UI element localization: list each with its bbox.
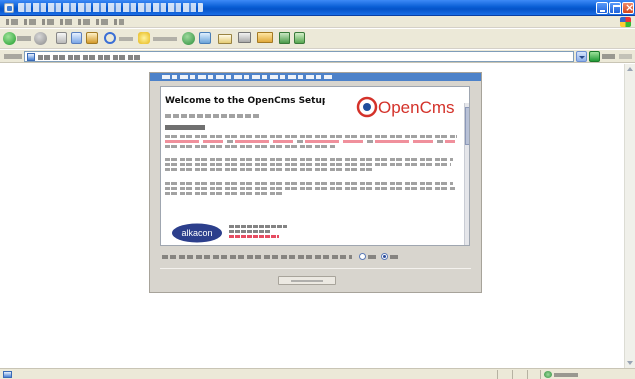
opencms-logo: OpenCms (356, 96, 455, 118)
content-scroll-thumb[interactable] (465, 107, 469, 145)
paragraph-line (165, 163, 451, 166)
paragraph-line (165, 187, 455, 190)
setup-header (150, 73, 481, 81)
status-separator (540, 370, 541, 379)
setup-subtitle (165, 114, 261, 118)
menu-items[interactable] (6, 19, 124, 25)
paragraph-line (165, 135, 457, 138)
page-viewport: Welcome to the OpenCms Setup OpenCms alk… (0, 64, 624, 368)
status-separator (527, 370, 528, 379)
go-label[interactable] (602, 54, 615, 59)
search-label[interactable] (119, 37, 133, 41)
paragraph-line (165, 168, 375, 171)
scroll-up-arrow-icon[interactable] (627, 67, 633, 71)
maximize-button[interactable] (609, 2, 621, 14)
page-icon (27, 53, 35, 61)
alkacon-logo-text: alkacon (181, 228, 212, 238)
stop-icon[interactable] (56, 32, 67, 44)
window-titlebar (0, 0, 635, 16)
favorites-star-icon[interactable] (138, 32, 150, 44)
welcome-heading: Welcome to the OpenCms Setup (165, 96, 325, 106)
address-dropdown-button[interactable] (576, 51, 587, 62)
paragraph-line (165, 192, 285, 195)
search-icon[interactable] (104, 32, 116, 44)
page-status-icon (3, 371, 12, 378)
company-link-line[interactable] (229, 235, 279, 238)
discuss-icon[interactable] (279, 32, 290, 44)
accept-yes-radio[interactable] (359, 253, 366, 260)
edit-icon[interactable] (257, 32, 273, 43)
address-url[interactable] (38, 55, 142, 60)
continue-button-label (291, 280, 323, 282)
accept-no-label[interactable] (390, 255, 398, 259)
opencms-logo-text: OpenCms (378, 98, 455, 117)
back-label[interactable] (17, 36, 31, 41)
setup-wizard-dialog: Welcome to the OpenCms Setup OpenCms alk… (149, 72, 482, 293)
browser-toolbar (0, 29, 635, 49)
ie-page-icon (4, 3, 14, 13)
internet-zone-icon (544, 371, 552, 378)
messenger-icon[interactable] (294, 32, 305, 44)
license-content-panel[interactable]: Welcome to the OpenCms Setup OpenCms alk… (160, 86, 470, 246)
section-heading (165, 125, 205, 130)
company-info-line (229, 225, 287, 228)
paragraph-line (165, 158, 453, 161)
alkacon-logo: alkacon (172, 223, 222, 243)
accept-prompt (162, 255, 352, 259)
menu-bar (0, 16, 635, 28)
print-icon[interactable] (238, 32, 251, 43)
links-label[interactable] (619, 54, 632, 59)
go-arrow-icon[interactable] (589, 51, 600, 62)
media-icon[interactable] (182, 32, 195, 45)
license-link-line[interactable] (165, 140, 455, 143)
address-input[interactable] (24, 51, 574, 62)
status-bar (0, 368, 635, 379)
windows-logo-icon (620, 17, 631, 27)
paragraph-line (165, 182, 453, 185)
page-scrollbar[interactable] (624, 64, 635, 368)
company-info-line (229, 230, 271, 233)
forward-arrow-icon[interactable] (34, 32, 47, 45)
continue-button[interactable] (278, 276, 336, 285)
accept-yes-label[interactable] (368, 255, 376, 259)
close-button[interactable] (622, 2, 634, 14)
mail-icon[interactable] (218, 34, 232, 44)
window-title (18, 3, 203, 12)
dialog-divider (160, 268, 471, 269)
accept-license-row (162, 253, 402, 261)
minimize-button[interactable] (596, 2, 608, 14)
accept-no-radio[interactable] (381, 253, 388, 260)
zone-label (554, 373, 578, 377)
home-icon[interactable] (86, 32, 98, 44)
scroll-down-arrow-icon[interactable] (627, 361, 633, 365)
history-icon[interactable] (199, 32, 211, 44)
content-scrollbar[interactable] (464, 103, 469, 245)
status-separator (512, 370, 513, 379)
address-bar (0, 50, 635, 63)
back-arrow-icon[interactable] (3, 32, 16, 45)
favorites-label[interactable] (153, 37, 177, 41)
setup-header-title (162, 75, 332, 79)
paragraph-line (165, 145, 335, 148)
refresh-icon[interactable] (71, 32, 82, 44)
status-separator (497, 370, 498, 379)
address-label (4, 54, 22, 59)
